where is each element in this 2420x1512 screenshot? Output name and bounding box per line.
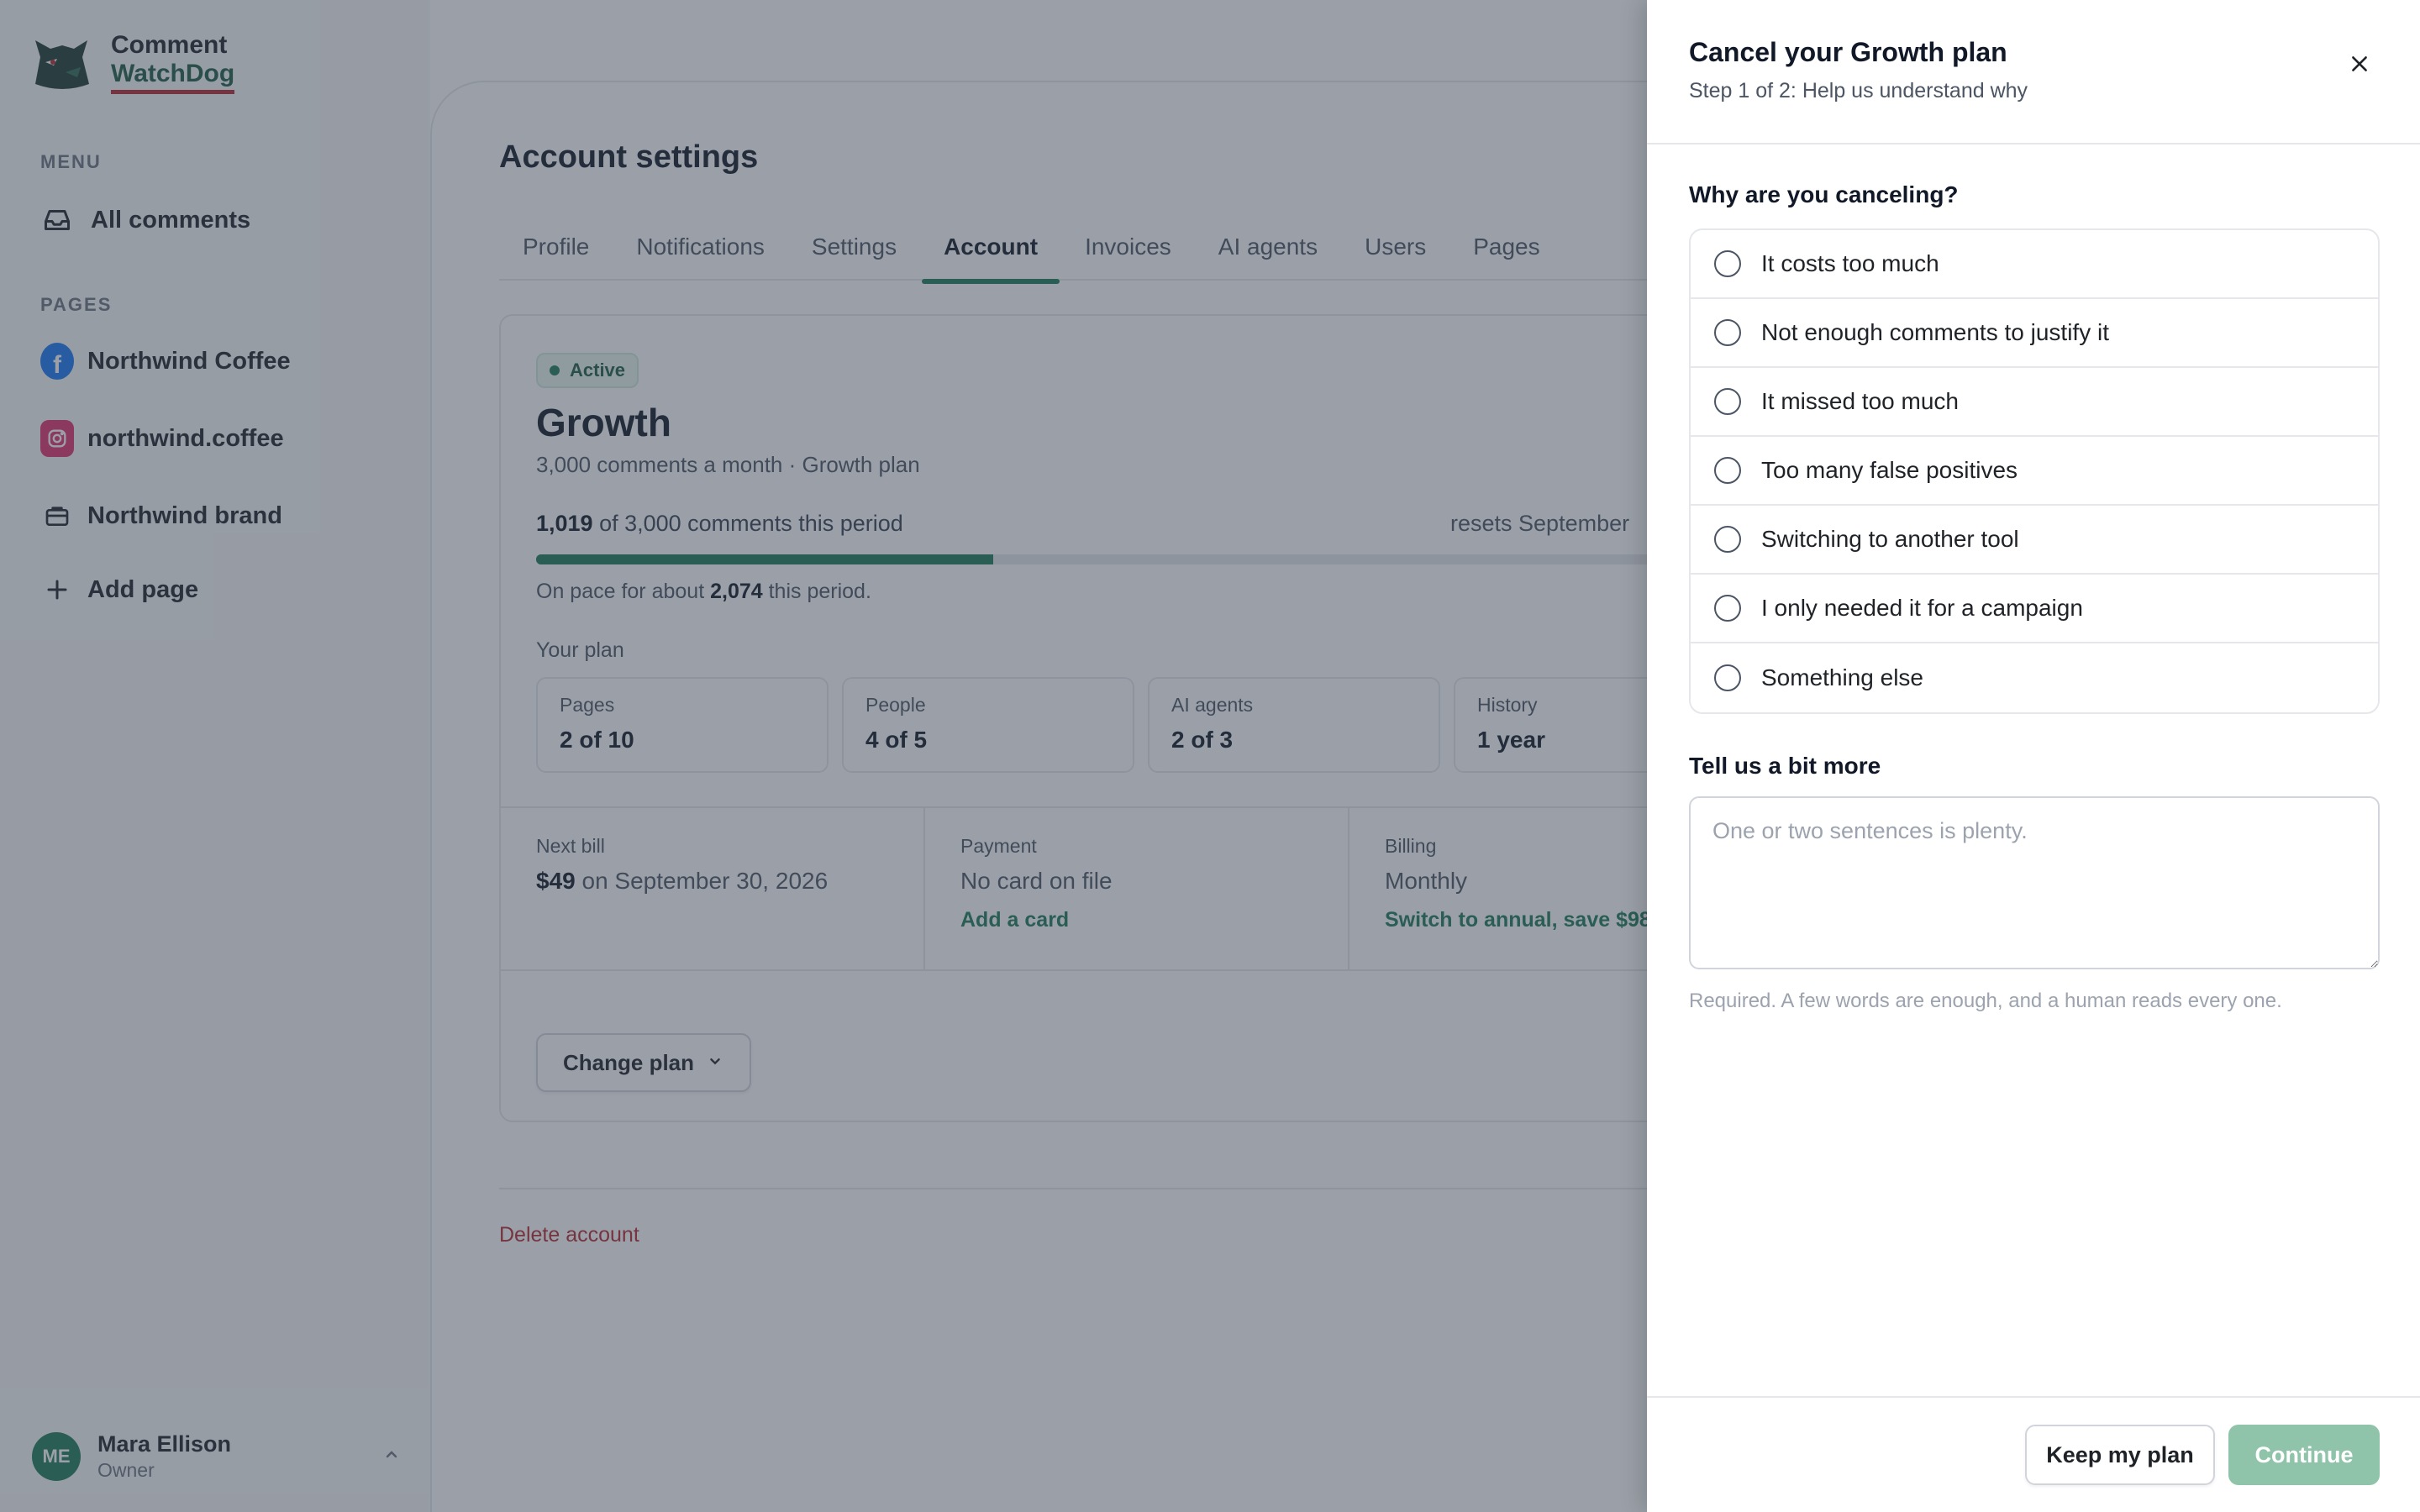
more-label: Tell us a bit more	[1689, 753, 1881, 779]
reason-option[interactable]: It missed too much	[1691, 368, 2378, 437]
reason-label: Not enough comments to justify it	[1761, 319, 2109, 345]
reason-label: Something else	[1761, 664, 1924, 690]
reason-option[interactable]: Switching to another tool	[1691, 506, 2378, 575]
help-text: Required. A few words are enough, and a …	[1689, 990, 2282, 1012]
reason-option[interactable]: I only needed it for a campaign	[1691, 575, 2378, 643]
reason-label: I only needed it for a campaign	[1761, 595, 2083, 621]
reason-label: Too many false positives	[1761, 457, 2018, 483]
reason-option[interactable]: Not enough comments to justify it	[1691, 299, 2378, 368]
more-details-textarea[interactable]	[1689, 796, 2380, 969]
app: Comment WatchDog MENU All comments PAGES…	[0, 0, 2420, 1512]
drawer-step: Step 1 of 2: Help us understand why	[1689, 79, 2028, 102]
keep-plan-button[interactable]: Keep my plan	[2025, 1425, 2215, 1485]
radio-button[interactable]	[1714, 250, 1741, 277]
reason-label: It missed too much	[1761, 388, 1959, 414]
reason-options: It costs too much Not enough comments to…	[1689, 228, 2380, 714]
reason-label: It costs too much	[1761, 250, 1939, 276]
drawer-header: Cancel your Growth plan Step 1 of 2: Hel…	[1647, 0, 2420, 144]
reason-option[interactable]: Too many false positives	[1691, 437, 2378, 506]
reason-label: Switching to another tool	[1761, 526, 2019, 552]
radio-button[interactable]	[1714, 664, 1741, 691]
reason-option[interactable]: Something else	[1691, 643, 2378, 712]
close-button[interactable]	[2343, 47, 2376, 81]
radio-button[interactable]	[1714, 319, 1741, 346]
cancel-plan-drawer: Cancel your Growth plan Step 1 of 2: Hel…	[1647, 0, 2420, 1512]
radio-button[interactable]	[1714, 526, 1741, 553]
radio-button[interactable]	[1714, 595, 1741, 622]
close-icon	[2352, 56, 2367, 71]
radio-button[interactable]	[1714, 388, 1741, 415]
radio-button[interactable]	[1714, 457, 1741, 484]
drawer-title: Cancel your Growth plan	[1689, 37, 2007, 67]
continue-button[interactable]: Continue	[2228, 1425, 2380, 1485]
reason-option[interactable]: It costs too much	[1691, 230, 2378, 299]
reason-question: Why are you canceling?	[1689, 181, 1959, 207]
drawer-footer: Keep my plan Continue	[1647, 1396, 2420, 1512]
